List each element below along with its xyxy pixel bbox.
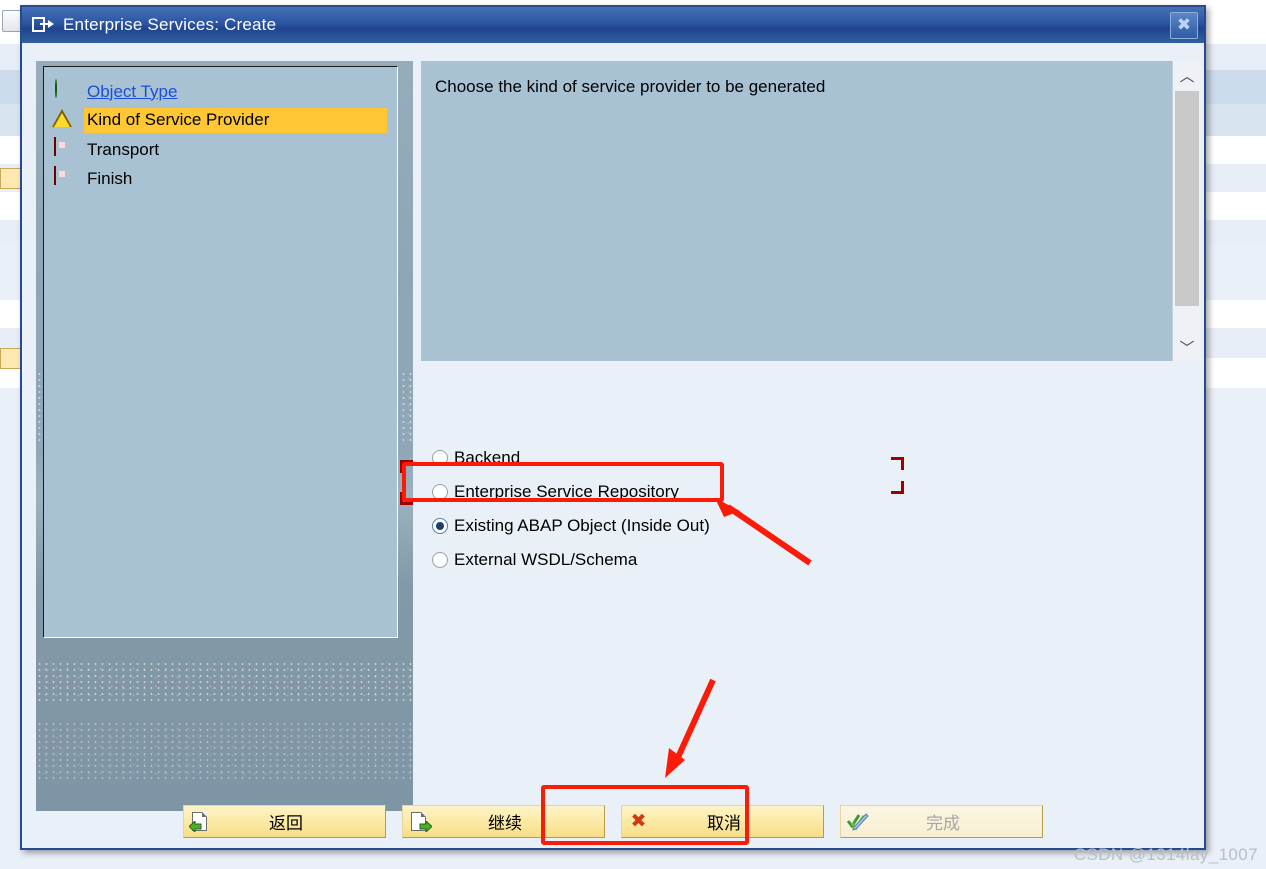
finish-button-label: 完成 xyxy=(926,814,960,834)
chevron-up-icon[interactable]: ︿ xyxy=(1173,61,1201,89)
radio-option-backend[interactable]: Backend xyxy=(432,441,710,475)
scroll-thumb[interactable] xyxy=(1175,91,1199,306)
wizard-step-label: Finish xyxy=(87,168,133,188)
page-back-icon xyxy=(189,810,213,834)
radio-option-label: Backend xyxy=(454,448,521,467)
yellow-triangle-warning-icon xyxy=(51,108,75,133)
radio-option-label: Existing ABAP Object (Inside Out) xyxy=(454,516,710,535)
continue-button[interactable]: 继续 xyxy=(402,805,605,838)
cancel-button-label: 取消 xyxy=(707,814,741,834)
radio-option-label: External WSDL/Schema xyxy=(454,550,638,569)
dialog-body: Object Type Kind of Service Provider Tra… xyxy=(22,43,1204,848)
radio-indicator[interactable] xyxy=(432,450,448,466)
enterprise-services-create-dialog: Enterprise Services: Create ✖ Object Typ… xyxy=(20,5,1206,850)
wizard-navigation-pane: Object Type Kind of Service Provider Tra… xyxy=(36,61,413,811)
check-pen-icon xyxy=(846,810,870,834)
red-square-icon xyxy=(51,165,75,191)
wizard-step-finish[interactable]: Finish xyxy=(44,164,397,193)
description-text: Choose the kind of service provider to b… xyxy=(435,77,826,96)
enter-box-icon xyxy=(32,16,54,34)
close-icon[interactable]: ✖ xyxy=(1170,12,1198,39)
radio-option-external-wsdl-schema[interactable]: External WSDL/Schema xyxy=(432,543,710,577)
wizard-step-transport[interactable]: Transport xyxy=(44,135,397,164)
radio-option-label: Enterprise Service Repository xyxy=(454,482,679,501)
radio-indicator[interactable] xyxy=(432,552,448,568)
radio-option-enterprise-service-repository[interactable]: Enterprise Service Repository xyxy=(432,475,710,509)
dialog-title: Enterprise Services: Create xyxy=(63,15,277,34)
page-forward-icon xyxy=(408,810,432,834)
dialog-titlebar: Enterprise Services: Create ✖ xyxy=(22,7,1204,43)
finish-button: 完成 xyxy=(840,805,1043,838)
wizard-step-label[interactable]: Object Type xyxy=(87,82,177,102)
dialog-footer: 返回 继续 ✖ 取消 完成 xyxy=(22,805,1204,838)
service-provider-radio-group: Backend Enterprise Service Repository Ex… xyxy=(432,441,710,577)
cancel-x-icon: ✖ xyxy=(630,809,647,832)
wizard-step-list: Object Type Kind of Service Provider Tra… xyxy=(43,66,398,638)
back-button[interactable]: 返回 xyxy=(183,805,386,838)
red-square-icon xyxy=(51,136,75,162)
description-panel: Choose the kind of service provider to b… xyxy=(421,61,1172,361)
radio-indicator[interactable] xyxy=(432,484,448,500)
radio-indicator[interactable] xyxy=(432,518,448,534)
wizard-step-kind-of-service-provider[interactable]: Kind of Service Provider xyxy=(44,106,397,135)
continue-button-label: 继续 xyxy=(488,814,522,834)
wizard-step-object-type[interactable]: Object Type xyxy=(44,77,397,106)
wizard-step-label: Kind of Service Provider xyxy=(84,108,387,133)
chevron-down-icon[interactable]: ﹀ xyxy=(1173,333,1201,361)
green-circle-icon xyxy=(51,78,75,104)
back-button-label: 返回 xyxy=(269,814,303,834)
watermark-text: CSDN @1314lay_1007 xyxy=(1073,845,1258,864)
wizard-step-label: Transport xyxy=(87,139,160,159)
radio-option-existing-abap-object[interactable]: Existing ABAP Object (Inside Out) xyxy=(432,509,710,543)
cancel-button[interactable]: ✖ 取消 xyxy=(621,805,824,838)
description-scrollbar[interactable]: ︿ ﹀ xyxy=(1172,61,1201,361)
